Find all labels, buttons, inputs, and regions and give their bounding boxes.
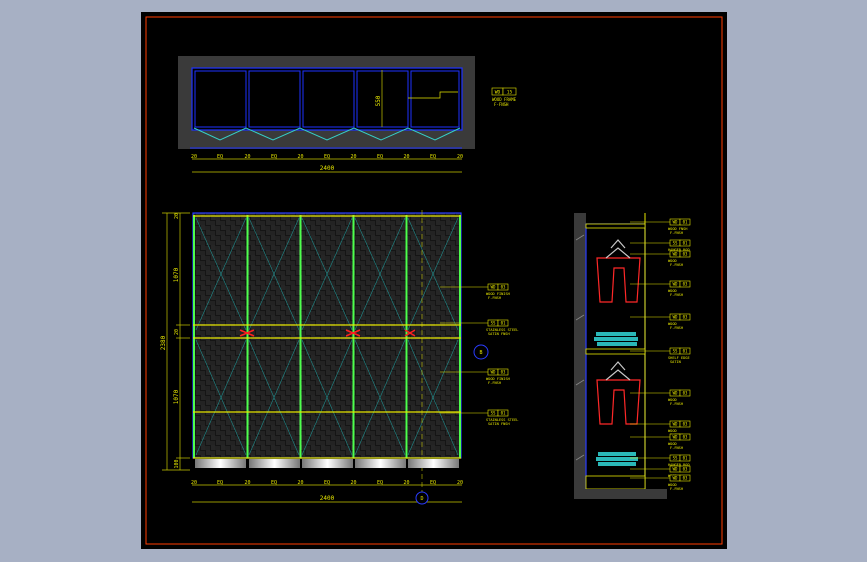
material-tag-code: WD	[673, 391, 678, 396]
section-mid-shelf	[585, 348, 646, 355]
material-tag-code: SS	[491, 321, 496, 326]
segment-dim-label: EQ	[217, 480, 223, 486]
segment-dim-label: 20	[403, 480, 409, 486]
material-tag-line2: F-FNSH	[670, 487, 683, 491]
segment-dim-label: 20	[403, 154, 409, 160]
elevation-body	[192, 212, 462, 459]
material-tag-num: 03	[683, 391, 688, 396]
material-tag-num: 03	[683, 282, 688, 287]
section-top-shelf	[585, 223, 646, 229]
material-tag-num: 03	[683, 476, 688, 481]
material-tag-line2: F-FNSH	[488, 381, 501, 385]
material-tag-line2: SATIN FNSH	[488, 422, 510, 426]
material-tag-num: 03	[683, 435, 688, 440]
section-marker-bottom-label: D	[420, 496, 423, 502]
segment-dim-label: 20	[297, 480, 303, 486]
cad-drawing-viewport[interactable]: 550 20 EQ 20 EQ 20 EQ 20 EQ 20 EQ 20 2400 WD 15 WO…	[0, 0, 867, 562]
plan-depth-dim: 550	[375, 95, 382, 106]
segment-dim-label: 20	[244, 154, 250, 160]
segment-dim-label: EQ	[430, 154, 436, 160]
section-marker-right-label: B	[479, 350, 482, 356]
segment-dim-label: 20	[457, 154, 463, 160]
segment-dim-label: EQ	[271, 154, 277, 160]
material-tag-num: 01	[683, 241, 688, 246]
material-tag-code: WD	[673, 422, 678, 427]
segment-dim-label: 20	[457, 480, 463, 486]
material-tag-line2: SATIN FNSH	[488, 332, 510, 336]
segment-dim-label: 20	[350, 480, 356, 486]
material-tag-code: SS	[673, 349, 678, 354]
material-tag-code: WD	[491, 285, 496, 290]
material-tag-code: WD	[491, 370, 496, 375]
elevation-total-height: 2380	[160, 335, 167, 350]
plan-total-dim: 2400	[320, 165, 335, 172]
segment-dim-label: 20	[191, 154, 197, 160]
elevation-total-width: 2400	[320, 495, 335, 502]
material-tag-code: WD	[673, 467, 678, 472]
material-tag-code: WD	[673, 315, 678, 320]
elevation-top-dim: 20	[174, 213, 180, 219]
segment-dim-label: EQ	[217, 154, 223, 160]
section-marker-right[interactable]: B	[473, 344, 489, 360]
material-tag-num: 03	[501, 370, 506, 375]
material-tag-line2: F-FNSH	[670, 293, 683, 297]
segment-dim-label: EQ	[430, 480, 436, 486]
segment-dim-label: EQ	[377, 154, 383, 160]
section-lower-folded	[596, 452, 638, 466]
material-tag-code: SS	[491, 411, 496, 416]
material-tag-line2: F-FNSH	[670, 402, 683, 406]
segment-dim-label: 20	[297, 154, 303, 160]
material-tag-num: 01	[501, 321, 506, 326]
material-tag-code: WD	[673, 282, 678, 287]
elevation-mid-dim: 20	[174, 329, 180, 335]
material-tag-num: 01	[683, 220, 688, 225]
material-tag-line2: F-FNSH	[670, 326, 683, 330]
elevation-upper-height: 1070	[173, 267, 180, 282]
plan-tag-num: 15	[507, 90, 513, 96]
material-tag-code: SS	[673, 241, 678, 246]
segment-dim-label: 20	[244, 480, 250, 486]
plan-tag-line2: F-FNSH	[494, 102, 509, 107]
material-tag-line2: F-FNSH	[670, 263, 683, 267]
material-tag-code: WD	[673, 220, 678, 225]
elevation-base-dim: 100	[174, 459, 180, 468]
segment-dim-label: EQ	[271, 480, 277, 486]
material-tag-code: WD	[673, 435, 678, 440]
material-tag-num: 03	[683, 315, 688, 320]
material-tag-num: 03	[683, 422, 688, 427]
segment-dim-label: EQ	[377, 480, 383, 486]
material-tag-line2: F-FNSH	[670, 446, 683, 450]
material-tag-code: SS	[673, 456, 678, 461]
segment-dim-label: EQ	[324, 154, 330, 160]
segment-dim-label: EQ	[324, 480, 330, 486]
material-tag-line2: SATIN	[670, 360, 681, 364]
elevation-lower-height: 1070	[173, 389, 180, 404]
material-tag-line2: F-FNSH	[670, 231, 683, 235]
material-tag-num: 01	[501, 411, 506, 416]
material-tag-num: 01	[683, 349, 688, 354]
section-wall	[574, 213, 586, 499]
material-tag-code: WD	[673, 476, 678, 481]
material-tag-num: 03	[683, 467, 688, 472]
section-floor	[574, 489, 667, 499]
material-tag-line2: F-FNSH	[488, 296, 501, 300]
section-marker-bottom[interactable]: D	[415, 491, 429, 505]
plan-tag-code: WD	[495, 90, 501, 96]
material-tag-num: 01	[683, 456, 688, 461]
elevation-base-lights	[195, 459, 459, 468]
segment-dim-label: 20	[191, 480, 197, 486]
section-upper-folded	[594, 332, 638, 346]
plan-interior	[191, 67, 463, 131]
material-tag-num: 03	[501, 285, 506, 290]
material-tag-code: WD	[673, 252, 678, 257]
material-tag-num: 03	[683, 252, 688, 257]
segment-dim-label: 20	[350, 154, 356, 160]
